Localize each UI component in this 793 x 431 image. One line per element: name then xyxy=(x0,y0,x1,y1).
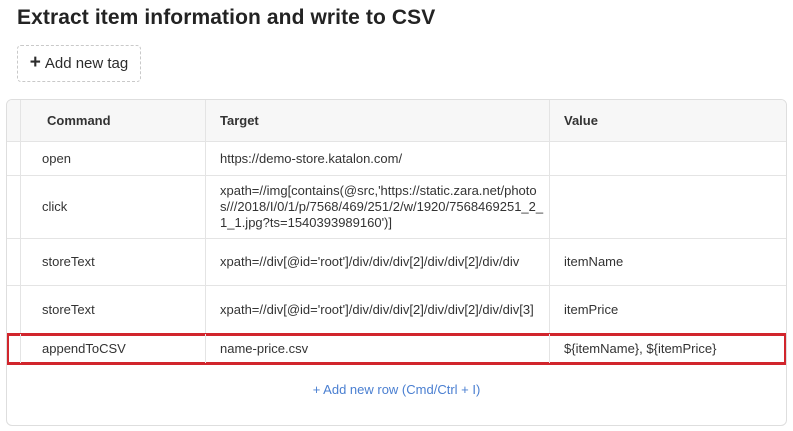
header-handle-cell xyxy=(7,100,21,141)
add-new-row-button[interactable]: + Add new row (Cmd/Ctrl + I) xyxy=(7,370,786,408)
column-header-value: Value xyxy=(564,112,598,128)
column-header-target: Target xyxy=(206,100,550,141)
target-cell[interactable]: xpath=//div[@id='root']/div/div/div[2]/d… xyxy=(206,239,550,285)
command-cell[interactable]: storeText xyxy=(21,286,206,333)
table-row[interactable]: storeText xpath=//div[@id='root']/div/di… xyxy=(7,286,786,334)
target-cell[interactable]: xpath=//img[contains(@src,'https://stati… xyxy=(206,176,550,238)
add-new-tag-button[interactable]: + Add new tag xyxy=(17,45,141,82)
command-cell[interactable]: storeText xyxy=(21,239,206,285)
row-drag-handle[interactable] xyxy=(7,239,21,285)
table-row-selected[interactable]: appendToCSV name-price.csv ${itemName}, … xyxy=(7,333,786,365)
target-cell[interactable]: https://demo-store.katalon.com/ xyxy=(206,142,550,175)
page-title: Extract item information and write to CS… xyxy=(17,6,436,29)
plus-icon: + xyxy=(29,52,41,73)
row-drag-handle[interactable] xyxy=(7,176,21,238)
value-cell[interactable]: itemName xyxy=(550,239,786,285)
value-cell[interactable] xyxy=(550,142,786,175)
row-drag-handle[interactable] xyxy=(7,142,21,175)
row-drag-handle[interactable] xyxy=(7,334,21,363)
command-cell[interactable]: open xyxy=(21,142,206,175)
column-header-command: Command xyxy=(21,100,206,141)
value-cell[interactable]: ${itemName}, ${itemPrice} xyxy=(550,334,786,363)
target-cell[interactable]: name-price.csv xyxy=(206,334,550,363)
commands-table: Command Target Value open https://demo-s… xyxy=(6,99,787,426)
command-cell[interactable]: click xyxy=(21,176,206,238)
value-cell[interactable]: itemPrice xyxy=(550,286,786,333)
row-drag-handle[interactable] xyxy=(7,286,21,333)
command-cell[interactable]: appendToCSV xyxy=(21,334,206,363)
target-cell[interactable]: xpath=//div[@id='root']/div/div/div[2]/d… xyxy=(206,286,550,333)
table-row[interactable]: open https://demo-store.katalon.com/ xyxy=(7,142,786,176)
table-header: Command Target Value xyxy=(7,100,786,142)
page: Extract item information and write to CS… xyxy=(0,0,793,431)
table-row[interactable]: click xpath=//img[contains(@src,'https:/… xyxy=(7,176,786,239)
add-new-tag-label: Add new tag xyxy=(44,55,129,72)
table-row[interactable]: storeText xpath=//div[@id='root']/div/di… xyxy=(7,239,786,286)
value-cell[interactable] xyxy=(550,176,786,238)
